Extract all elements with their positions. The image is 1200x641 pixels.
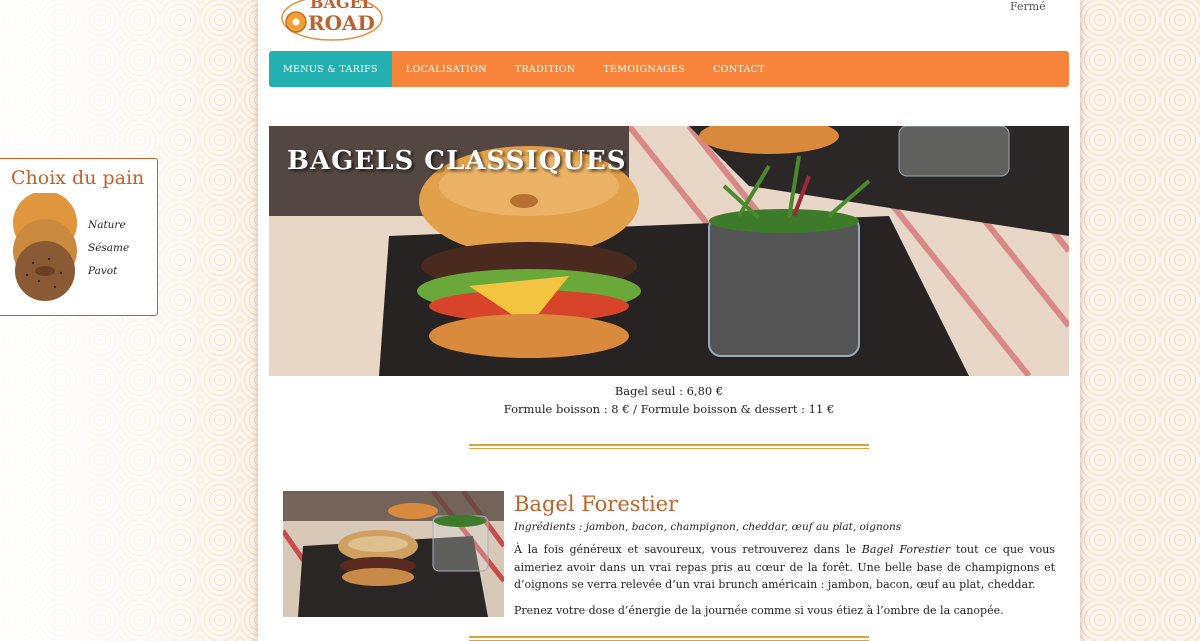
item-description-secondary: Prenez votre dose d’énergie de la journé… [514,604,1004,617]
item-description: À la fois généreux et savoureux, vous re… [514,541,1055,594]
bread-option-nature[interactable]: Nature [88,219,129,242]
section-divider [469,444,869,449]
bagel-road-logo[interactable]: BAGEL ROAD [280,0,384,42]
item-desc-emphasis: Bagel Forestier [861,543,951,556]
opening-status: Fermé [1010,0,1046,13]
item-desc-part: À la fois généreux et savoureux, vous re… [514,543,862,556]
hero-title: BAGELS CLASSIQUES [287,146,627,176]
nav-contact[interactable]: CONTACT [699,51,779,87]
bread-option-sesame[interactable]: Sésame [88,242,129,265]
nav-menus-tarifs[interactable]: MENUS & TARIFS [269,51,392,87]
price-single: Bagel seul : 6,80 € [614,384,724,398]
logo-text-bottom: ROAD [308,11,375,35]
nav-temoignages[interactable]: TÉMOIGNAGES [589,51,699,87]
nav-localisation[interactable]: LOCALISATION [392,51,501,87]
bagel-forestier-photo [283,491,504,617]
background-fade [0,0,260,641]
nav-tradition[interactable]: TRADITION [501,51,590,87]
bread-images [13,193,77,301]
main-nav: MENUS & TARIFS LOCALISATION TRADITION TÉ… [269,51,1069,87]
bread-list: Nature Sésame Pavot [88,219,129,288]
bread-choice-widget: Choix du pain Nature Sésame Pavot [0,158,158,316]
hero-banner: BAGELS CLASSIQUES [269,126,1069,376]
item-ingredients: Ingrédients : jambon, bacon, champignon,… [514,521,902,533]
bread-option-pavot[interactable]: Pavot [88,265,129,288]
item-title: Bagel Forestier [514,492,679,516]
bread-choice-title: Choix du pain [11,167,145,189]
pricing-info: Bagel seul : 6,80 € Formule boisson : 8 … [269,382,1069,418]
section-divider [469,636,869,641]
page-content: BAGEL ROAD Fermé MENUS & TARIFS LOCALISA… [258,0,1080,641]
price-formulas: Formule boisson : 8 € / Formule boisson … [503,402,835,416]
